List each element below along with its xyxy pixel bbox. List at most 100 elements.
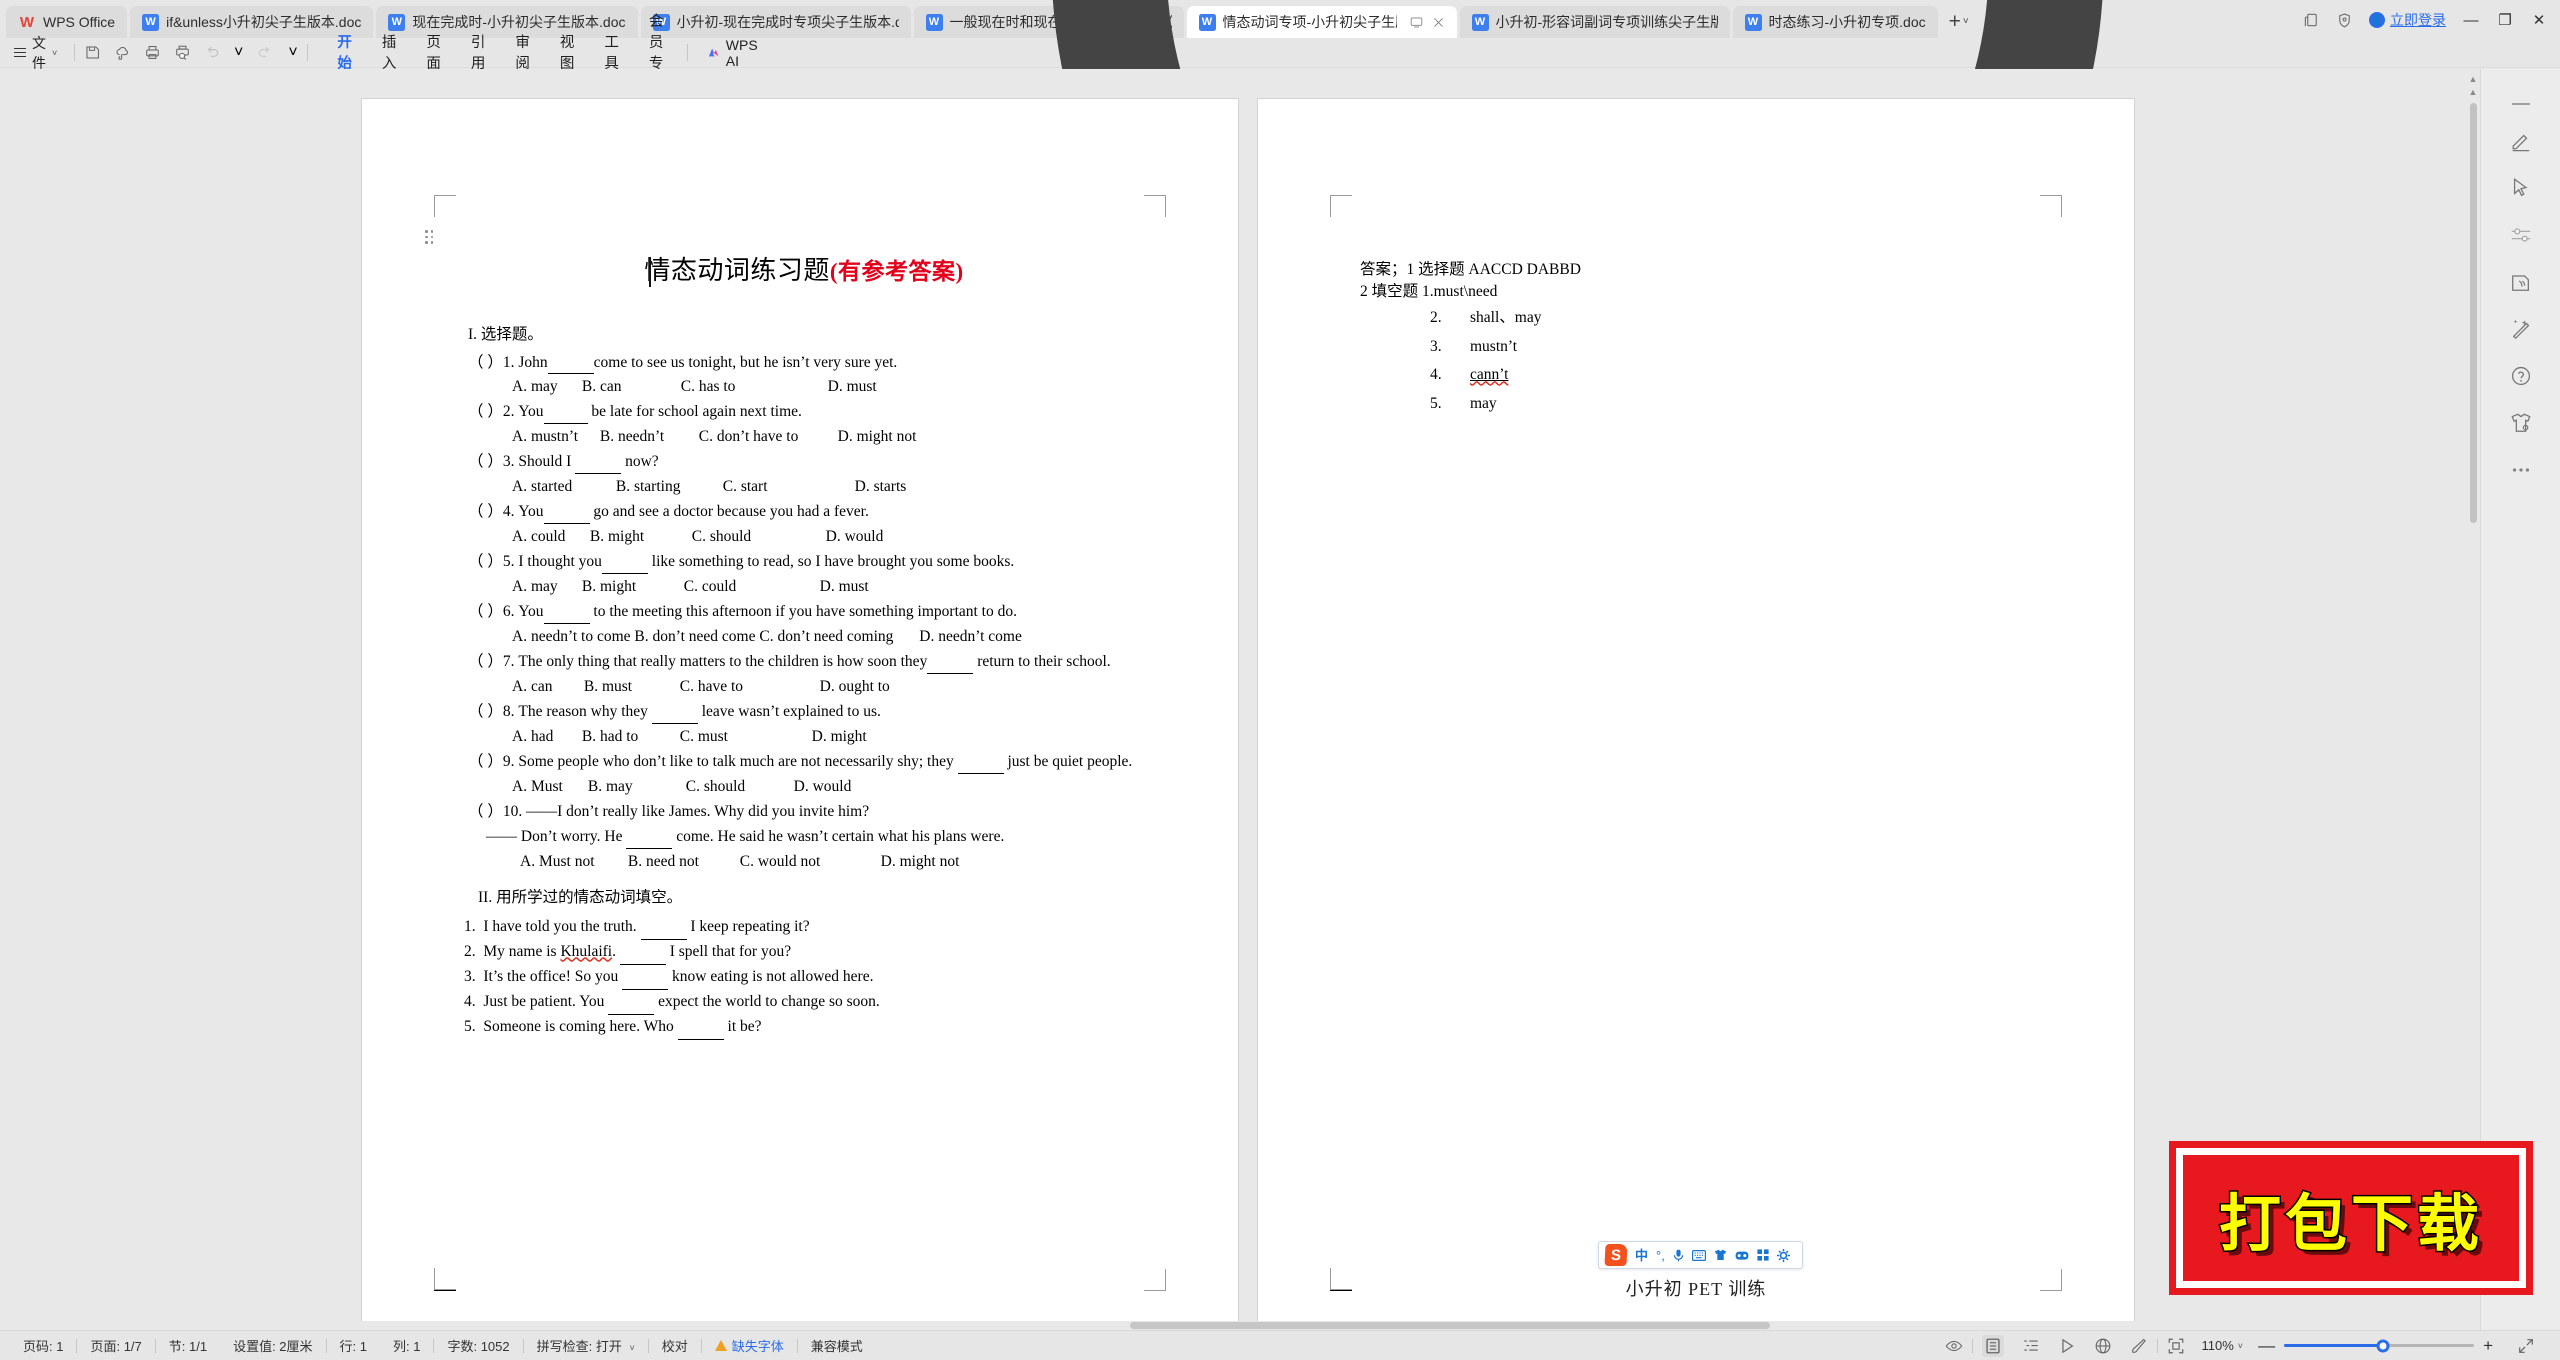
status-spellcheck[interactable]: 拼写检查: 打开 ˅	[524, 1336, 648, 1355]
section-heading-1: I. 选择题。	[468, 325, 543, 343]
mic-icon[interactable]	[1673, 1249, 1684, 1262]
status-section-count[interactable]: 节: 1/1	[156, 1336, 220, 1355]
customize-toolbar-chevron-icon[interactable]: ˅	[288, 44, 297, 62]
horizontal-scrollbar[interactable]	[0, 1321, 2480, 1330]
zoom-knob[interactable]	[2376, 1339, 2390, 1352]
print-preview-icon[interactable]	[174, 44, 191, 61]
status-margin-setting[interactable]: 设置值: 2厘米	[220, 1336, 325, 1355]
text-cursor	[649, 257, 651, 287]
fill-pre: I have told you the truth.	[483, 917, 641, 935]
option-c: C. don’t have to	[698, 428, 799, 446]
redo-icon[interactable]	[256, 44, 273, 61]
hand-paper-icon[interactable]	[2510, 271, 2532, 293]
sogou-ime-toolbar[interactable]: S 中 °,	[1598, 1241, 1803, 1269]
cloud-save-icon[interactable]	[114, 44, 131, 61]
skin-shirt-icon[interactable]	[1714, 1249, 1727, 1261]
apps-grid-icon[interactable]	[1757, 1249, 1769, 1261]
zoom-track[interactable]	[2284, 1339, 2475, 1352]
more-icon[interactable]	[2510, 459, 2532, 481]
option-a: A. needn’t to come	[512, 628, 631, 646]
download-watermark-stamp[interactable]: 打包下载	[2176, 1148, 2526, 1288]
document-content[interactable]: 情态动词练习题(有参考答案) I. 选择题。 （ ）1. John come t…	[464, 241, 1144, 1040]
status-proofread[interactable]: 校对	[649, 1336, 701, 1355]
scroll-top-icon[interactable]: ▲	[2469, 75, 2478, 84]
zoom-slider[interactable]: — +	[2249, 1337, 2502, 1354]
ime-chinese-mode-icon[interactable]: 中	[1635, 1249, 1648, 1262]
fullscreen-focus-icon[interactable]	[2167, 1337, 2185, 1355]
question-stem-pre: （ ）1. John	[468, 353, 548, 371]
document-page-2[interactable]: 答案；1 选择题 AACCD DABBD 2 填空题 1.must\need 2…	[1258, 99, 2134, 1330]
help-icon[interactable]	[2510, 365, 2532, 387]
save-icon[interactable]	[84, 44, 101, 61]
ime-punctuation-icon[interactable]: °,	[1656, 1249, 1665, 1262]
page-footer-text: 小升初 PET 训练	[1625, 1279, 1767, 1299]
zoom-level-label[interactable]: 110%	[2202, 1338, 2234, 1353]
shirt-skin-icon[interactable]	[2510, 412, 2532, 434]
zoom-out-button[interactable]: —	[2249, 1337, 2284, 1354]
status-word-count[interactable]: 字数: 1052	[434, 1336, 522, 1355]
fill-pre: Just be patient. You	[483, 992, 609, 1010]
emoji-icon[interactable]	[1735, 1250, 1749, 1261]
status-line-number[interactable]: 行: 1	[327, 1336, 380, 1355]
status-missing-font[interactable]: 缺失字体	[702, 1336, 797, 1355]
scrollbar-thumb[interactable]	[2469, 103, 2477, 523]
sogou-logo-icon[interactable]: S	[1604, 1244, 1628, 1266]
page-view-icon[interactable]	[1981, 1334, 2004, 1357]
wps-ai-button[interactable]: WPS AI	[697, 37, 772, 69]
play-icon[interactable]	[2058, 1337, 2076, 1355]
pen-icon[interactable]	[2510, 130, 2532, 152]
web-view-icon[interactable]	[2094, 1337, 2112, 1355]
settings-gear-icon[interactable]	[1776, 1248, 1790, 1262]
option-b: B. can	[581, 378, 622, 396]
answer-blank	[651, 702, 698, 724]
item-number: 3.	[464, 967, 476, 985]
question-stem-pre: （ ）7. The only thing that really matters…	[468, 653, 928, 671]
brush-icon[interactable]	[2130, 1337, 2148, 1355]
item-number: 5.	[464, 1017, 476, 1035]
file-menu-button[interactable]: 文件 ˅	[10, 33, 65, 73]
status-column-number[interactable]: 列: 1	[380, 1336, 433, 1355]
sliders-icon[interactable]	[2510, 224, 2532, 246]
outline-view-icon[interactable]	[2022, 1337, 2040, 1355]
divider	[1971, 1338, 1973, 1353]
question-stem-post: come. He said he wasn’t certain what his…	[672, 827, 1005, 845]
choice-question-3: （ ）3. Should I now?	[468, 452, 1144, 475]
vertical-scrollbar[interactable]: ▲ ▲	[2466, 69, 2480, 1330]
item-number: 5.	[1430, 394, 1442, 412]
hscrollbar-thumb[interactable]	[1130, 1322, 1770, 1329]
answers-content[interactable]: 答案；1 选择题 AACCD DABBD 2 填空题 1.must\need 2…	[1360, 259, 2054, 419]
cursor-select-icon[interactable]	[2510, 177, 2532, 199]
status-compatibility-mode[interactable]: 兼容模式	[798, 1336, 876, 1355]
crop-mark-top-left	[1330, 195, 1352, 217]
fill-question-1: 1. I have told you the truth. I keep rep…	[464, 915, 1144, 940]
print-icon[interactable]	[144, 44, 161, 61]
document-page-1[interactable]: 情态动词练习题(有参考答案) I. 选择题。 （ ）1. John come t…	[362, 99, 1238, 1330]
choice-options-3: A. started B. starting C. start D. start…	[512, 478, 1144, 496]
keyboard-icon[interactable]	[1691, 1249, 1706, 1261]
expand-icon[interactable]	[2517, 1337, 2535, 1355]
pages-container: 情态动词练习题(有参考答案) I. 选择题。 （ ）1. John come t…	[0, 69, 2560, 1330]
status-page-number[interactable]: 页码: 1	[10, 1336, 76, 1355]
choice-question-10: （ ）10. ——I don’t really like James. Why …	[468, 802, 1144, 823]
undo-icon[interactable]	[204, 44, 221, 61]
question-stem-post: to the meeting this afternoon if you hav…	[589, 603, 1017, 621]
magic-wand-icon[interactable]	[2510, 318, 2532, 340]
question-stem-post: just be quiet people.	[1003, 752, 1133, 770]
scroll-up-icon[interactable]: ▲	[2469, 88, 2478, 97]
ribbon-toolbar: 文件 ˅ ˅ ˅ 开始 插入 页面 引用 审阅 视图 工具 会员专 WPS AI	[0, 0, 2560, 716]
fill-pre: Someone is coming here. Who	[483, 1017, 678, 1035]
status-page-count[interactable]: 页面: 1/7	[77, 1336, 154, 1355]
paragraph-drag-handle[interactable]	[425, 230, 437, 244]
option-b: B. must	[583, 677, 633, 695]
zoom-in-button[interactable]: +	[2474, 1337, 2502, 1354]
quick-access-toolbar: ˅ ˅	[84, 44, 298, 62]
question-stem-pre: （ ）3. Should I	[468, 453, 576, 471]
chevron-down-icon[interactable]: ˅	[2238, 1341, 2243, 1351]
chevron-down-icon[interactable]: ˅	[629, 1343, 634, 1353]
option-d: D. must	[819, 578, 869, 596]
document-canvas[interactable]: 情态动词练习题(有参考答案) I. 选择题。 （ ）1. John come t…	[0, 69, 2560, 1330]
eye-icon[interactable]	[1945, 1337, 1963, 1355]
answer-item: 5. may	[1430, 390, 2054, 419]
chevron-down-icon[interactable]: ˅	[234, 44, 243, 62]
chevron-down-icon[interactable]: ˅	[52, 48, 57, 58]
